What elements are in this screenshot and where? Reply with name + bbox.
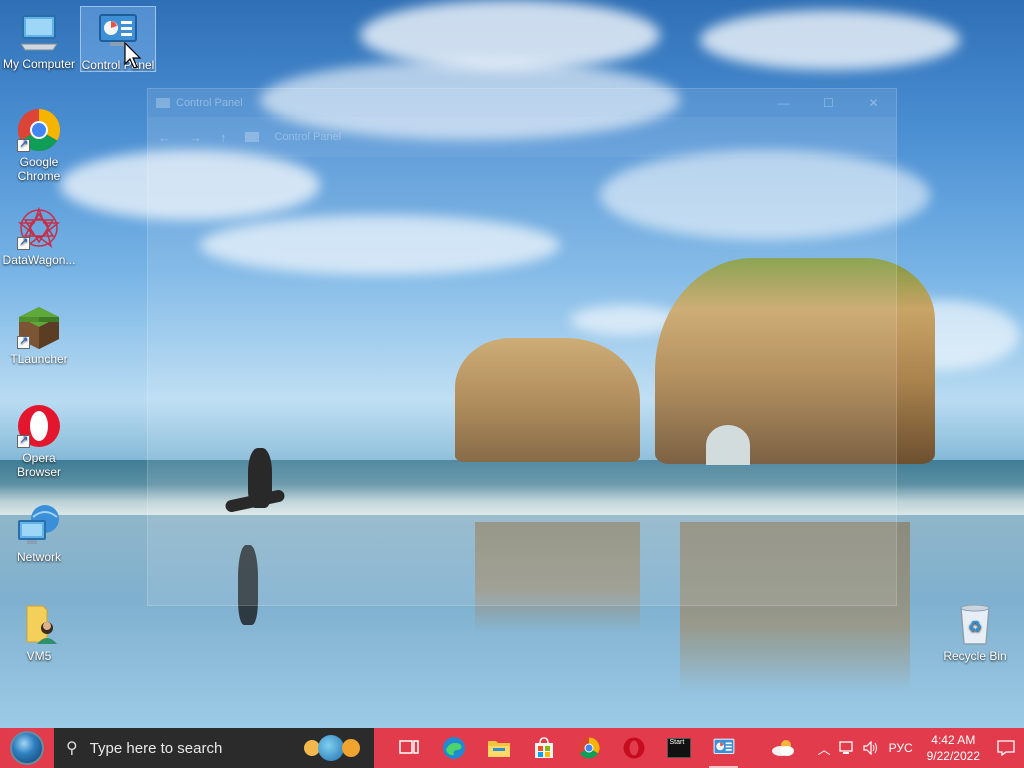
chrome-icon xyxy=(578,737,600,759)
taskbar-chrome[interactable] xyxy=(566,728,611,768)
desktop-icon-label: VM5 xyxy=(26,649,52,663)
clock-time: 4:42 AM xyxy=(931,733,976,747)
desktop-icon-my-computer[interactable]: My Computer xyxy=(1,10,77,71)
search-highlight-icon xyxy=(304,735,360,761)
recycle-bin-icon: ♻ xyxy=(953,602,997,646)
clock-date: 9/22/2022 xyxy=(926,749,980,763)
language-indicator[interactable]: РУС xyxy=(883,741,919,755)
taskbar-control-panel[interactable] xyxy=(701,728,746,768)
weather-button[interactable] xyxy=(766,739,800,757)
opera-icon xyxy=(17,404,61,448)
notification-icon xyxy=(997,740,1015,756)
desktop-icon-vm5[interactable]: VM5 xyxy=(1,602,77,663)
window-titlebar[interactable]: Control Panel — ☐ ✕ xyxy=(148,89,896,117)
taskbar-start-app[interactable]: Start xyxy=(656,728,701,768)
desktop-icon-recycle-bin[interactable]: ♻ Recycle Bin xyxy=(937,602,1013,663)
taskbar-microsoft-store[interactable] xyxy=(521,728,566,768)
close-button[interactable]: ✕ xyxy=(851,96,896,110)
desktop-icon-control-panel[interactable]: Control Panel xyxy=(80,6,156,72)
volume-button[interactable] xyxy=(859,741,883,755)
network-status-icon xyxy=(838,741,853,754)
datawagon-icon xyxy=(17,206,61,250)
desktop-icon-tlauncher[interactable]: TLauncher xyxy=(1,305,77,366)
desktop-icon-label: TLauncher xyxy=(10,352,68,366)
show-hidden-icons-button[interactable]: ︿ xyxy=(814,739,835,758)
search-icon: ⚲ xyxy=(66,740,78,757)
edge-icon xyxy=(442,737,465,759)
desktop-icon-datawagon[interactable]: DataWagon... xyxy=(1,206,77,267)
start-app-icon: Start xyxy=(666,738,691,758)
taskbar-file-explorer[interactable] xyxy=(476,728,521,768)
desktop-icon-label: My Computer xyxy=(2,57,76,71)
clock[interactable]: 4:42 AM 9/22/2022 xyxy=(919,732,988,764)
file-explorer-icon xyxy=(487,741,510,757)
control-panel-icon xyxy=(156,98,170,108)
mouse-cursor-icon xyxy=(124,41,142,73)
start-app-label: Start xyxy=(669,739,685,746)
task-view-icon xyxy=(398,740,419,754)
maximize-button[interactable]: ☐ xyxy=(806,96,851,110)
up-arrow-icon[interactable]: ↑ xyxy=(220,130,227,145)
breadcrumb[interactable]: Control Panel xyxy=(275,131,342,143)
desktop-icon-label: DataWagon... xyxy=(2,253,76,267)
taskbar: ⚲ Type here to search Start ︿ РУС 4:42 A… xyxy=(0,728,1024,768)
control-panel-window[interactable]: Control Panel — ☐ ✕ ← → ↑ Control Panel xyxy=(147,88,897,606)
taskbar-opera[interactable] xyxy=(611,728,656,768)
network-icon xyxy=(17,503,61,547)
desktop-icon-label: Network xyxy=(16,550,61,564)
tlauncher-icon xyxy=(17,305,61,349)
task-view-button[interactable] xyxy=(386,728,431,768)
desktop-icon-google-chrome[interactable]: Google Chrome xyxy=(1,108,77,183)
shortcut-arrow-icon xyxy=(17,137,30,152)
control-panel-icon xyxy=(713,738,734,755)
network-tray-button[interactable] xyxy=(835,741,859,755)
back-arrow-icon[interactable]: ← xyxy=(158,130,171,145)
svg-text:♻: ♻ xyxy=(968,617,982,636)
system-tray: ︿ РУС 4:42 AM 9/22/2022 xyxy=(766,728,1024,768)
opera-icon xyxy=(623,737,644,759)
shortcut-arrow-icon xyxy=(17,433,30,448)
speaker-icon xyxy=(862,741,877,755)
desktop-icon-label: Opera Browser xyxy=(16,451,61,479)
user-folder-icon xyxy=(17,602,61,646)
microsoft-store-icon xyxy=(534,737,553,758)
desktop-icon-network[interactable]: Network xyxy=(1,503,77,564)
desktop-icon-label: Google Chrome xyxy=(17,155,61,183)
desktop-icon-label: Recycle Bin xyxy=(943,649,1007,663)
forward-arrow-icon[interactable]: → xyxy=(189,130,202,145)
notification-center-button[interactable] xyxy=(988,740,1024,756)
minimize-button[interactable]: — xyxy=(761,96,806,110)
computer-icon xyxy=(17,10,61,54)
search-placeholder: Type here to search xyxy=(89,739,223,757)
search-input[interactable]: ⚲ Type here to search xyxy=(54,728,374,768)
taskbar-edge[interactable] xyxy=(431,728,476,768)
window-title: Control Panel xyxy=(176,97,243,109)
chrome-icon xyxy=(17,108,61,152)
start-button[interactable] xyxy=(0,728,54,768)
chevron-up-icon: ︿ xyxy=(817,741,831,757)
weather-cloud-icon xyxy=(771,740,794,756)
shortcut-arrow-icon xyxy=(17,235,30,250)
desktop-icon-opera[interactable]: Opera Browser xyxy=(1,404,77,479)
desktop-icon-label: Control Panel xyxy=(81,58,155,72)
start-orb-icon xyxy=(10,731,44,765)
shortcut-arrow-icon xyxy=(17,334,30,349)
address-bar[interactable]: ← → ↑ Control Panel xyxy=(148,117,896,157)
control-panel-small-icon xyxy=(244,132,259,142)
